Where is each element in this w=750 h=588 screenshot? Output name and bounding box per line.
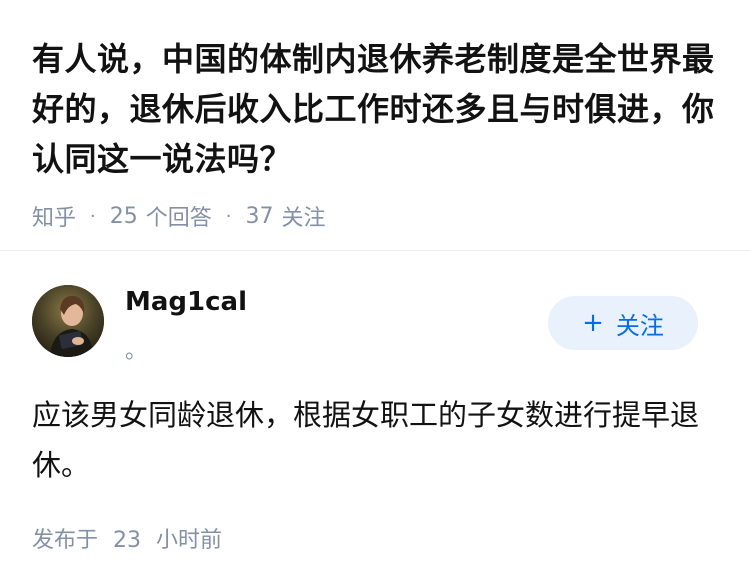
author-headline: 。 <box>125 339 148 364</box>
avatar[interactable] <box>32 285 104 357</box>
question-header: 有人说，中国的体制内退休养老制度是全世界最好的，退休后收入比工作时还多且与时俱进… <box>32 34 722 232</box>
answer-count: 25 <box>109 203 138 229</box>
plus-icon: + <box>582 308 604 338</box>
follower-count-unit: 关注 <box>281 206 326 231</box>
meta-separator: · <box>225 205 232 227</box>
answer-timestamp: 发布于 23 小时前 <box>32 522 222 554</box>
author-name[interactable]: Mag1cal <box>125 287 247 317</box>
source-label[interactable]: 知乎 <box>32 200 76 232</box>
question-meta: 知乎 · 25 个回答 · 37 关注 <box>32 200 722 232</box>
follower-count: 37 <box>245 203 274 229</box>
answer-content[interactable]: 应该男女同龄退休，根据女职工的子女数进行提早退休。 <box>32 390 718 490</box>
follow-button[interactable]: + 关注 <box>548 296 698 350</box>
timestamp-prefix: 发布于 <box>32 528 99 553</box>
question-title[interactable]: 有人说，中国的体制内退休养老制度是全世界最好的，退休后收入比工作时还多且与时俱进… <box>32 34 722 184</box>
avatar-image <box>32 285 104 357</box>
follow-button-label: 关注 <box>615 311 664 340</box>
timestamp-value: 23 <box>113 528 142 553</box>
author-row: Mag1cal 。 + 关注 <box>32 285 718 365</box>
section-divider <box>0 250 750 251</box>
meta-separator: · <box>90 205 96 227</box>
timestamp-unit: 小时前 <box>156 528 223 553</box>
answer-count-unit: 个回答 <box>145 206 212 231</box>
